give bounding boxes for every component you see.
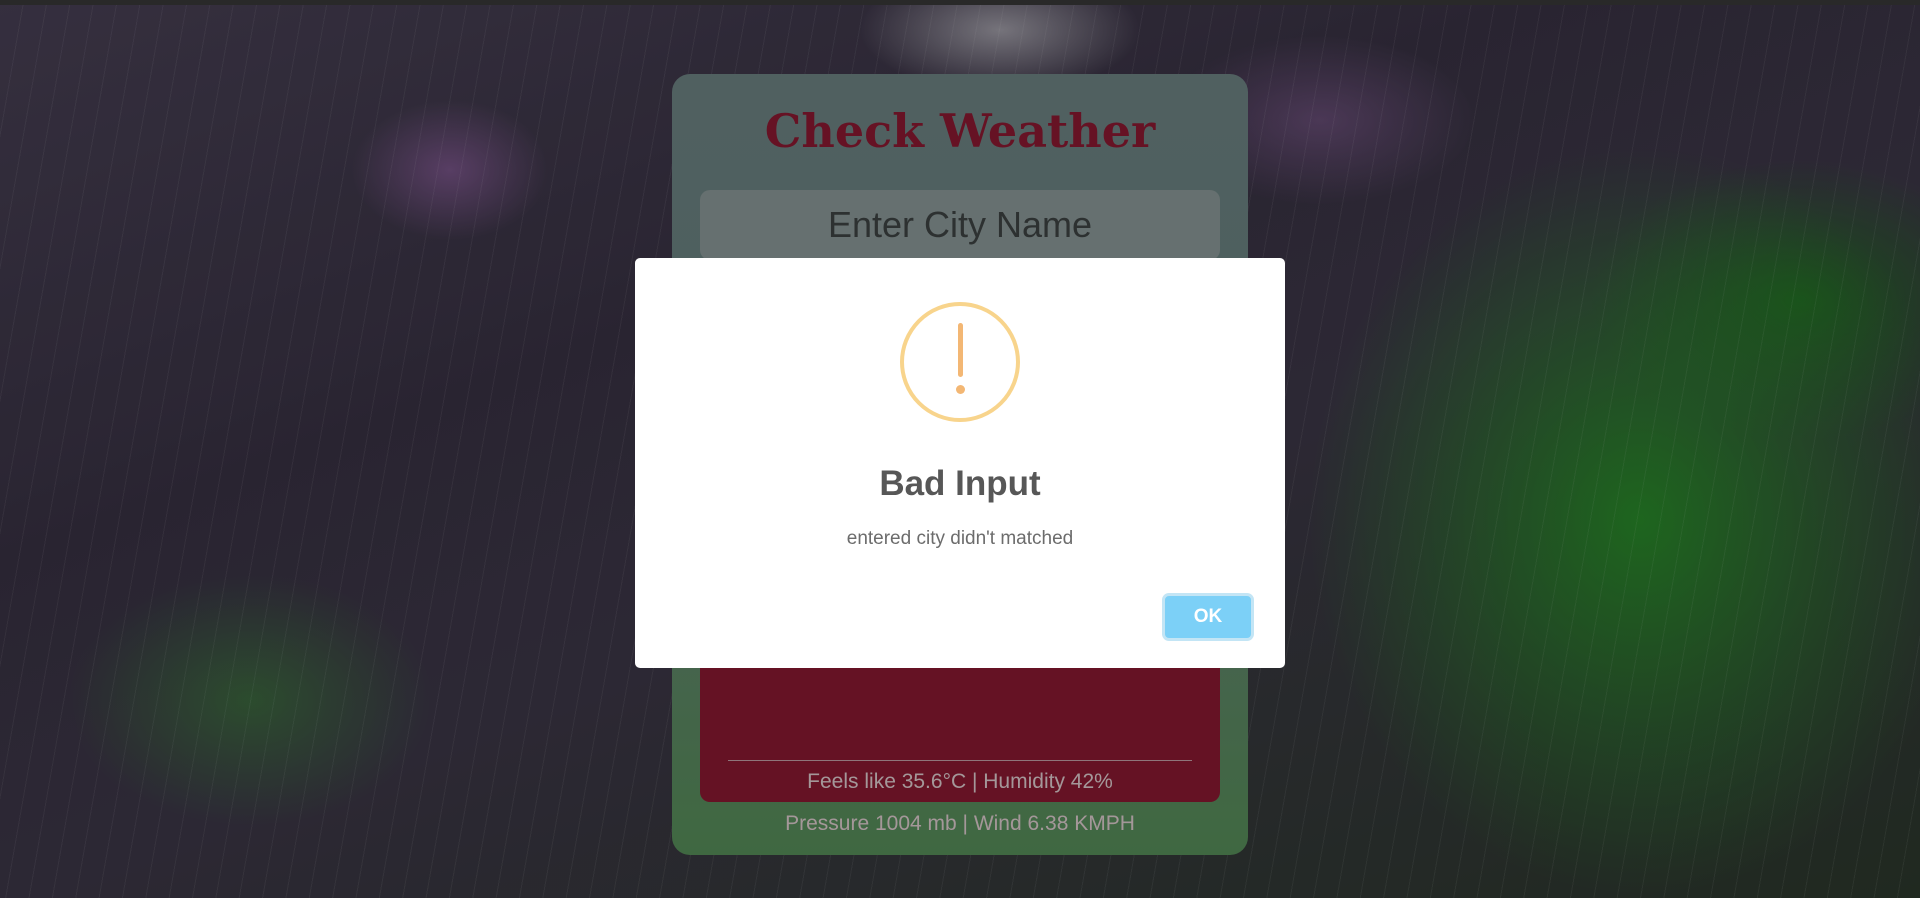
warning-icon-bar: [958, 323, 963, 377]
ok-button[interactable]: OK: [1162, 593, 1254, 641]
alert-message: entered city didn't matched: [846, 528, 1074, 549]
warning-icon: [900, 302, 1020, 422]
alert-dialog: Bad Input entered city didn't matched OK: [635, 258, 1285, 668]
background-scene: Check Weather Feels like 35.6°C | Humidi…: [0, 0, 1920, 898]
warning-icon-dot: [956, 385, 965, 394]
alert-title: Bad Input: [879, 464, 1041, 503]
